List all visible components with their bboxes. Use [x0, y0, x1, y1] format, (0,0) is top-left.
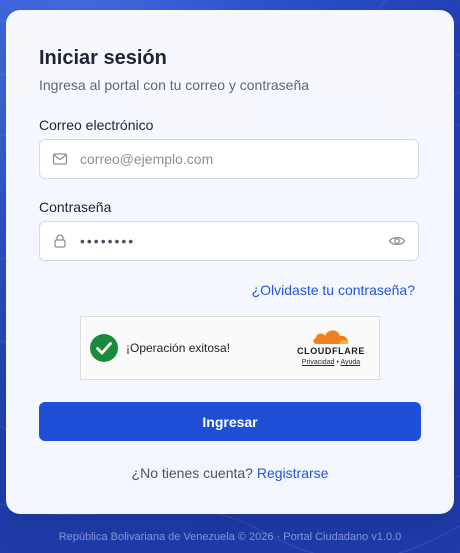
captcha-status: ¡Operación exitosa!: [126, 341, 231, 355]
check-circle-icon: [90, 334, 118, 362]
privacy-link[interactable]: Privacidad: [302, 359, 335, 366]
email-label: Correo electrónico: [39, 117, 154, 133]
cloudflare-brand: CLOUDFLARE Privacidad • Ayuda: [291, 327, 371, 373]
lock-icon: [54, 234, 66, 248]
mail-icon: [52, 153, 68, 165]
footer-text: República Bolivariana de Venezuela © 202…: [58, 531, 402, 543]
cloudflare-wordmark: CLOUDFLARE: [297, 346, 365, 356]
password-input[interactable]: [80, 222, 388, 260]
email-field[interactable]: [39, 139, 419, 179]
eye-icon[interactable]: [388, 232, 406, 250]
no-account-text: ¿No tienes cuenta?: [131, 465, 253, 481]
password-label: Contraseña: [39, 199, 112, 215]
register-prompt: ¿No tienes cuenta? Registrarse: [6, 465, 454, 481]
captcha-links: Privacidad • Ayuda: [291, 359, 371, 366]
forgot-password-link[interactable]: ¿Olvidaste tu contraseña?: [252, 282, 415, 298]
page-subtitle: Ingresa al portal con tu correo y contra…: [39, 77, 310, 93]
page-title: Iniciar sesión: [39, 47, 167, 69]
submit-button[interactable]: Ingresar: [39, 402, 421, 441]
login-card: Iniciar sesión Ingresa al portal con tu …: [6, 10, 454, 514]
email-input[interactable]: [80, 140, 418, 178]
password-field[interactable]: [39, 221, 419, 261]
help-link[interactable]: Ayuda: [340, 359, 360, 366]
captcha-widget[interactable]: ¡Operación exitosa! CLOUDFLARE Privacida…: [80, 316, 380, 380]
cloud-icon: [313, 330, 349, 344]
register-link[interactable]: Registrarse: [257, 465, 329, 481]
link-separator: •: [336, 359, 339, 366]
